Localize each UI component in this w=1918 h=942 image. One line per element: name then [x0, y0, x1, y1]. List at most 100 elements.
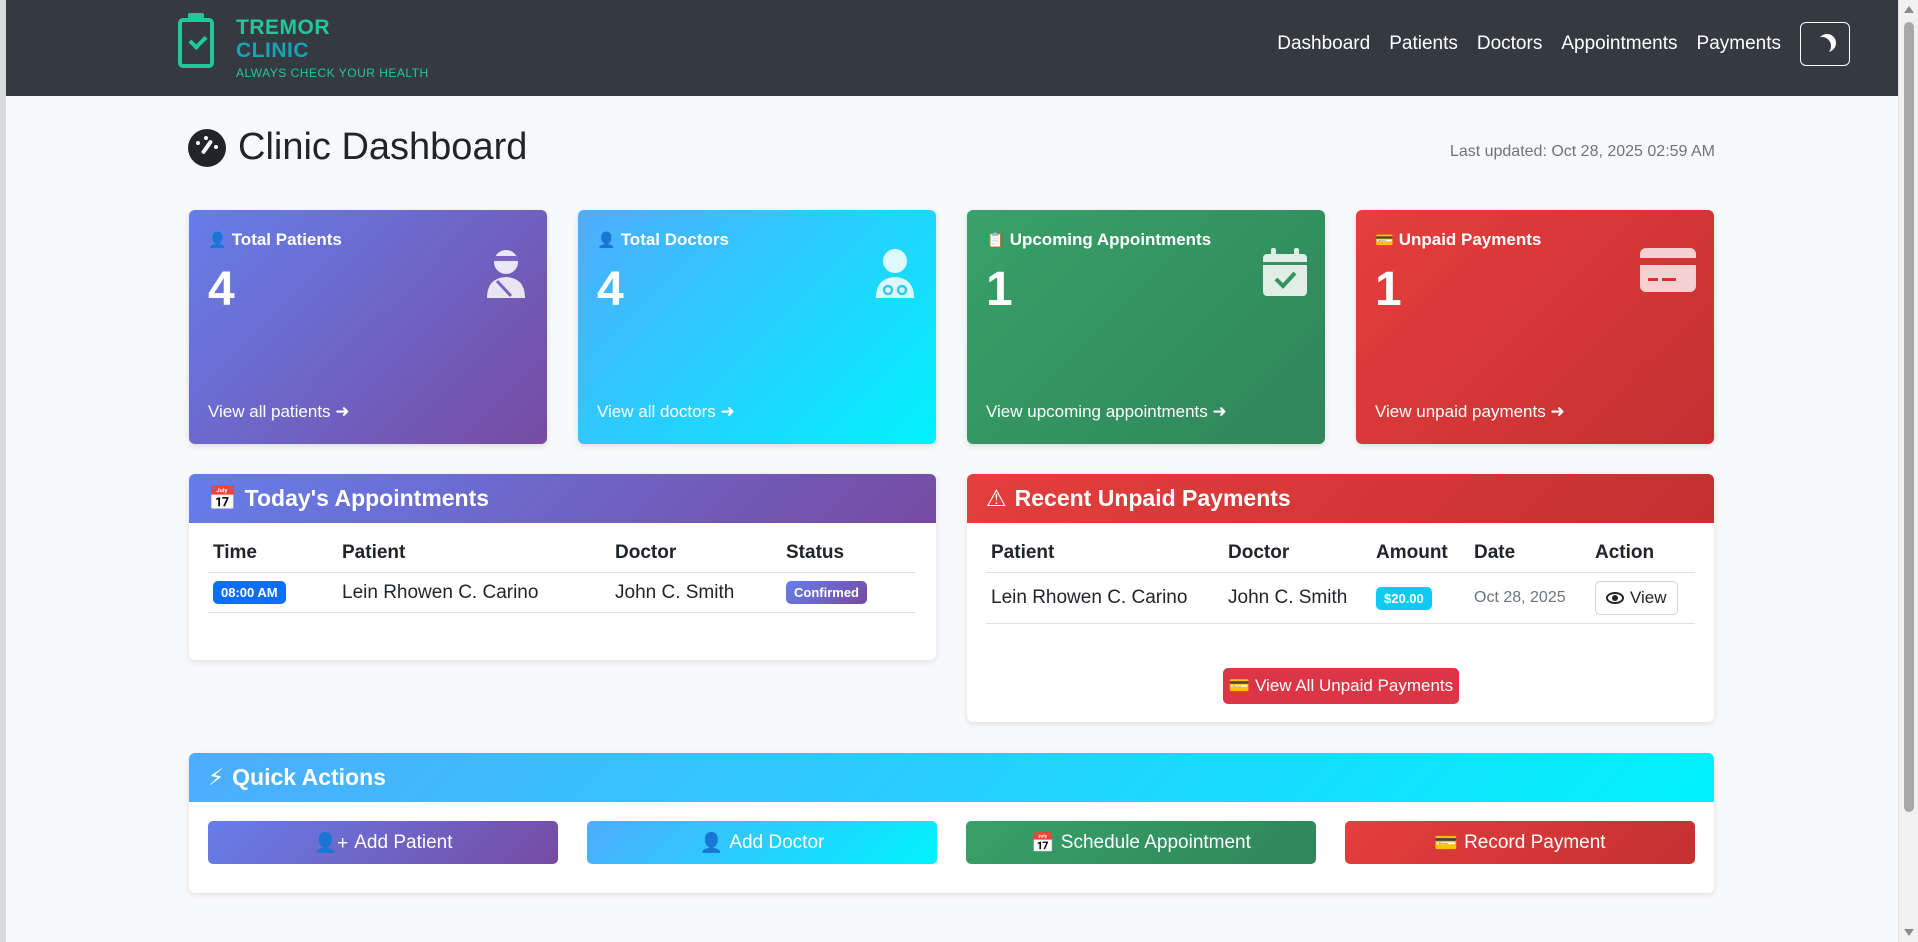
stat-title-text: Upcoming Appointments [1009, 230, 1212, 249]
credit-card-icon: 💳 [1228, 676, 1251, 695]
stat-title-text: Total Patients [231, 230, 342, 249]
brand-title-line1: TREMOR [236, 16, 330, 39]
stat-card-doctors: 👤 Total Doctors 4 View all doctors ➜ [578, 210, 936, 444]
stat-title: 👤 Total Patients [208, 230, 528, 250]
clipboard-icon: 📋 [986, 232, 1005, 249]
add-patient-button[interactable]: 👤+ Add Patient [208, 821, 558, 864]
brand-title: TREMOR CLINIC [236, 16, 429, 62]
page-title: Clinic Dashboard [238, 126, 528, 168]
top-navbar: TREMOR CLINIC ALWAYS CHECK YOUR HEALTH D… [6, 0, 1898, 96]
column-header: Date [1469, 534, 1590, 573]
column-header: Doctor [610, 534, 781, 573]
view-upcoming-appointments-link[interactable]: View upcoming appointments ➜ [986, 402, 1227, 422]
stat-title-text: Unpaid Payments [1398, 230, 1542, 249]
brand-text: TREMOR CLINIC ALWAYS CHECK YOUR HEALTH [236, 16, 429, 80]
stat-title-text: Total Doctors [620, 230, 729, 249]
view-all-patients-link[interactable]: View all patients ➜ [208, 402, 350, 422]
time-badge: 08:00 AM [213, 581, 286, 604]
column-header: Doctor [1223, 534, 1371, 573]
doctor-icon: 👤 [699, 832, 724, 854]
scroll-up-icon[interactable] [1904, 6, 1914, 13]
gauge-icon [188, 128, 226, 167]
panel-header: ⚠ Recent Unpaid Payments [967, 474, 1714, 523]
vertical-scrollbar[interactable] [1898, 0, 1918, 942]
patient-icon [487, 250, 525, 298]
view-all-unpaid-payments-button[interactable]: 💳 View All Unpaid Payments [1223, 668, 1459, 704]
doctor-cell: John C. Smith [1223, 572, 1371, 624]
calendar-check-icon [1263, 248, 1307, 296]
schedule-appointment-button[interactable]: 📅 Schedule Appointment [966, 821, 1316, 864]
record-payment-button[interactable]: 💳 Record Payment [1345, 821, 1695, 864]
time-cell: 08:00 AM [208, 572, 337, 613]
nav-appointments[interactable]: Appointments [1561, 33, 1677, 55]
nav-dashboard[interactable]: Dashboard [1277, 33, 1370, 55]
arrow-right-icon: ➜ [335, 402, 350, 421]
brand-title-line2: CLINIC [236, 39, 309, 62]
scroll-down-icon[interactable] [1904, 929, 1914, 936]
stat-value: 1 [986, 263, 1013, 316]
user-icon: 👤 [208, 232, 227, 249]
stat-title: 📋 Upcoming Appointments [986, 230, 1306, 250]
table-row: Lein Rhowen C. Carino John C. Smith $20.… [986, 572, 1695, 624]
add-doctor-button[interactable]: 👤 Add Doctor [587, 821, 937, 864]
status-cell: Confirmed [781, 572, 915, 613]
payments-table: Patient Doctor Amount Date Action Lein R… [986, 534, 1695, 624]
stat-value: 4 [208, 263, 235, 316]
view-all-doctors-link[interactable]: View all doctors ➜ [597, 402, 735, 422]
credit-card-icon: 💳 [1375, 232, 1394, 249]
arrow-right-icon: ➜ [720, 402, 735, 421]
column-header: Amount [1371, 534, 1469, 573]
column-header: Patient [337, 534, 610, 573]
status-badge: Confirmed [786, 581, 867, 604]
column-header: Patient [986, 534, 1223, 573]
window-frame [0, 0, 6, 942]
clipboard-check-icon [178, 13, 214, 68]
view-payment-button[interactable]: View [1595, 581, 1678, 615]
stat-card-appointments: 📋 Upcoming Appointments 1 View upcoming … [967, 210, 1325, 444]
stat-title: 💳 Unpaid Payments [1375, 230, 1695, 250]
view-unpaid-payments-link[interactable]: View unpaid payments ➜ [1375, 402, 1565, 422]
panel-header: 📅 Today's Appointments [189, 474, 936, 523]
nav-links: Dashboard Patients Doctors Appointments … [1277, 22, 1850, 66]
action-cell: View [1590, 572, 1695, 624]
scrollbar-thumb[interactable] [1904, 22, 1914, 812]
calendar-icon: 📅 [208, 485, 237, 511]
credit-card-icon [1640, 248, 1696, 292]
date-cell: Oct 28, 2025 [1469, 572, 1590, 624]
page-header: Clinic Dashboard [188, 126, 527, 169]
theme-toggle-button[interactable] [1800, 22, 1850, 66]
stat-link-text: View all doctors [597, 402, 716, 421]
button-label: Record Payment [1464, 831, 1606, 853]
stat-value: 4 [597, 263, 624, 316]
arrow-right-icon: ➜ [1550, 402, 1565, 421]
button-label: Add Doctor [729, 831, 825, 853]
view-button-label: View [1630, 588, 1667, 607]
brand-tagline: ALWAYS CHECK YOUR HEALTH [236, 66, 429, 80]
arrow-right-icon: ➜ [1212, 402, 1227, 421]
stat-card-patients: 👤 Total Patients 4 View all patients ➜ [189, 210, 547, 444]
stat-link-text: View all patients [208, 402, 331, 421]
user-icon: 👤 [597, 232, 616, 249]
panel-title: Recent Unpaid Payments [1014, 485, 1291, 511]
moon-icon [1813, 37, 1831, 55]
nav-payments[interactable]: Payments [1697, 33, 1781, 55]
user-plus-icon: 👤+ [313, 832, 349, 854]
recent-unpaid-payments-panel: ⚠ Recent Unpaid Payments Patient Doctor … [967, 474, 1714, 722]
stat-card-unpaid: 💳 Unpaid Payments 1 View unpaid payments… [1356, 210, 1714, 444]
panel-title: Today's Appointments [244, 485, 490, 511]
nav-patients[interactable]: Patients [1389, 33, 1458, 55]
credit-card-icon: 💳 [1434, 832, 1459, 854]
last-updated: Last updated: Oct 28, 2025 02:59 AM [1449, 143, 1715, 160]
todays-appointments-panel: 📅 Today's Appointments Time Patient Doct… [189, 474, 936, 660]
table-row: 08:00 AM Lein Rhowen C. Carino John C. S… [208, 572, 915, 613]
nav-doctors[interactable]: Doctors [1477, 33, 1542, 55]
bolt-icon: ⚡ [208, 764, 225, 790]
column-header: Status [781, 534, 915, 573]
brand-logo[interactable]: TREMOR CLINIC ALWAYS CHECK YOUR HEALTH [178, 13, 429, 80]
panel-header: ⚡ Quick Actions [189, 753, 1714, 802]
button-label: Schedule Appointment [1060, 831, 1251, 853]
table-header-row: Patient Doctor Amount Date Action [986, 534, 1695, 573]
column-header: Time [208, 534, 337, 573]
stat-link-text: View upcoming appointments [986, 402, 1208, 421]
table-header-row: Time Patient Doctor Status [208, 534, 915, 573]
